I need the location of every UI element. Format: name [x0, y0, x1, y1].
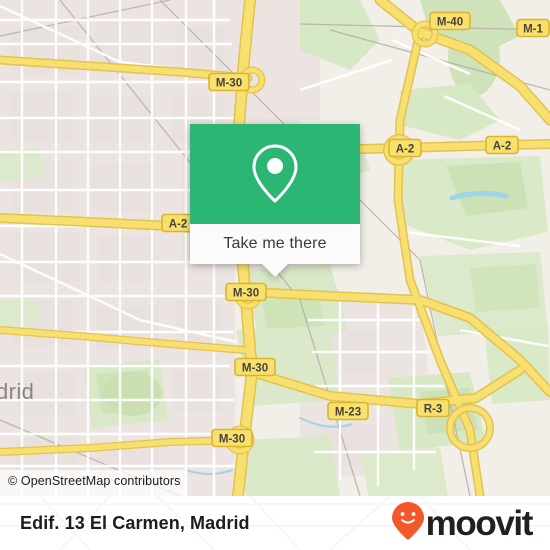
road-shield: M-30: [211, 428, 253, 448]
bottom-info-bar: Edif. 13 El Carmen, Madrid moovit: [0, 496, 550, 550]
map-pin-icon: [250, 143, 300, 205]
road-shield-label: A-2: [169, 218, 188, 230]
road-shield: M-30: [208, 72, 250, 92]
take-me-there-label: Take me there: [223, 235, 327, 252]
road-shield-label: A-2: [396, 143, 415, 155]
road-shield: M-23: [327, 401, 369, 421]
road-shield-label: M-30: [233, 287, 259, 299]
map-city-label: drid: [0, 379, 34, 404]
location-title: Edif. 13 El Carmen, Madrid: [20, 512, 250, 533]
moovit-smiley-pin-icon: [391, 501, 425, 546]
road-shield-label: M-40: [437, 16, 463, 28]
road-shield: R-3: [416, 398, 450, 418]
road-shield-label: M-30: [216, 77, 242, 89]
road-shield-label: R-3: [424, 403, 443, 415]
road-shield-label: M-1: [523, 23, 543, 35]
popup-green-header: [190, 124, 360, 224]
road-shield: A-2: [485, 135, 519, 155]
road-shield: A-2: [388, 138, 422, 158]
popup-pointer-tail: [262, 264, 288, 277]
road-shield-label: M-30: [219, 433, 245, 445]
road-shield-label: M-23: [335, 406, 361, 418]
road-shield: M-1: [516, 18, 550, 38]
map-attribution[interactable]: © OpenStreetMap contributors: [0, 470, 187, 496]
road-shield: M-40: [429, 11, 471, 31]
moovit-logo: moovit: [391, 501, 534, 546]
destination-popup-card[interactable]: Take me there: [190, 124, 360, 277]
road-shield: M-30: [225, 282, 267, 302]
popup-footer[interactable]: Take me there: [190, 224, 360, 277]
moovit-wordmark: moovit: [425, 503, 534, 543]
road-shield-label: A-2: [493, 140, 512, 152]
road-shield: M-30: [234, 357, 276, 377]
road-shield-label: M-30: [242, 362, 268, 374]
